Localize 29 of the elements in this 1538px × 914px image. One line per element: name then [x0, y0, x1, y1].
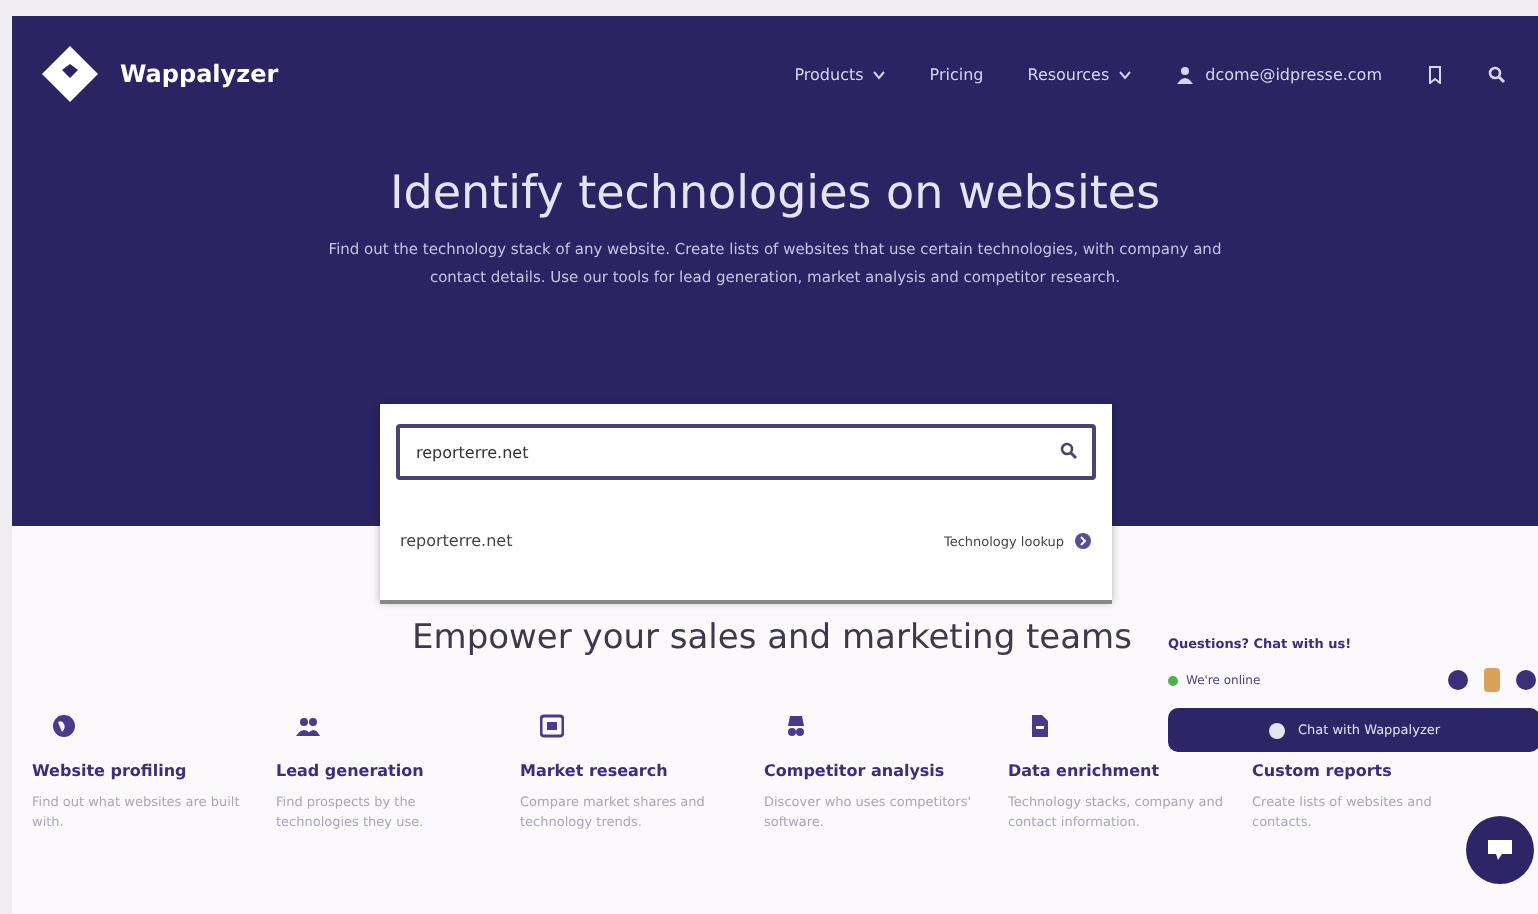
chart-icon — [540, 714, 564, 738]
account-link[interactable]: dcome@idpresse.com — [1205, 65, 1382, 83]
chat-icon — [1486, 838, 1514, 862]
file-icon — [1028, 714, 1052, 738]
globe-icon — [52, 714, 76, 738]
feature-title: Custom reports — [1252, 762, 1394, 780]
feature-title: Competitor analysis — [764, 762, 947, 780]
user-icon — [1175, 65, 1194, 83]
bookmark-icon[interactable] — [1426, 65, 1444, 83]
spy-icon — [784, 714, 808, 738]
feature-title: Website profiling — [32, 762, 189, 780]
chat-launcher-button[interactable] — [1466, 816, 1534, 884]
agent-avatars-drawing — [1444, 668, 1538, 692]
nav-link[interactable]: Products — [794, 65, 886, 83]
chat-icon — [1267, 721, 1286, 739]
search-field[interactable]: reporterre.net — [396, 424, 1096, 480]
feature-title: Market research — [520, 762, 670, 780]
arrow-circle-icon — [1074, 532, 1092, 550]
brand-name[interactable]: Wappalyzer — [120, 60, 279, 88]
search-icon[interactable] — [1060, 442, 1078, 460]
search-icon[interactable] — [1488, 65, 1506, 83]
hero-title: Identify technologies on websites — [389, 168, 1161, 220]
people-icon — [296, 714, 320, 738]
suggestion-item[interactable]: reporterre.net — [400, 532, 513, 550]
section-title: Empower your sales and marketing teams — [412, 618, 1132, 658]
feature-title: Lead generation — [276, 762, 426, 780]
feature-title: Data enrichment — [1008, 762, 1162, 780]
nav-link[interactable]: Resources — [1027, 65, 1132, 83]
nav-link[interactable]: Pricing — [929, 65, 984, 83]
